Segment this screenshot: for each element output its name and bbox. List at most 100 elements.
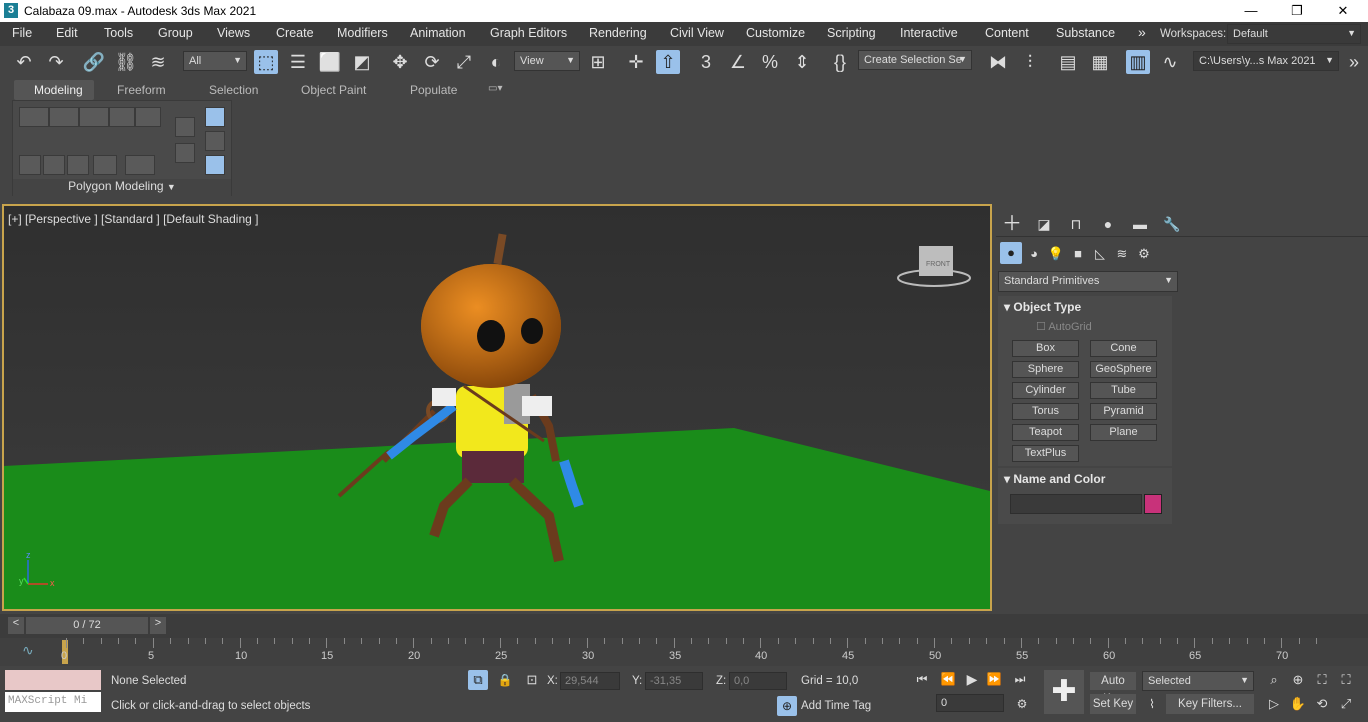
autogrid-checkbox[interactable]: ☐ AutoGrid — [1036, 320, 1092, 333]
viewport-label[interactable]: [+] [Perspective ] [Standard ] [Default … — [8, 212, 258, 226]
geosphere-button[interactable]: GeoSphere — [1090, 361, 1157, 378]
zoom-extents-icon[interactable]: ⛶ — [1312, 670, 1332, 690]
collapse-stack-icon[interactable] — [175, 143, 195, 163]
menu-edit[interactable]: Edit — [56, 26, 78, 40]
bind-space-warp-icon[interactable]: ≋ — [146, 50, 170, 74]
hierarchy-panel-icon[interactable]: ⊓ — [1064, 212, 1088, 236]
toggle-ribbon-icon[interactable]: ▥ — [1126, 50, 1150, 74]
lock-selection-icon[interactable]: 🔒 — [496, 670, 514, 690]
grow-icon[interactable] — [93, 155, 117, 175]
box-button[interactable]: Box — [1012, 340, 1079, 357]
window-crossing-icon[interactable]: ◩ — [350, 50, 374, 74]
named-selection-set-dropdown[interactable]: Create Selection Se ▼ — [858, 50, 972, 70]
edge-icon[interactable] — [49, 107, 79, 127]
z-coord-field[interactable]: 0,0 — [729, 672, 787, 690]
reference-coordinate-dropdown[interactable]: View ▼ — [514, 51, 580, 71]
menu-scripting[interactable]: Scripting — [827, 26, 876, 40]
sphere-button[interactable]: Sphere — [1012, 361, 1079, 378]
space-warps-icon[interactable]: ≋ — [1110, 242, 1134, 266]
select-manipulate-icon[interactable]: ✛ — [624, 50, 648, 74]
menu-interactive[interactable]: Interactive — [900, 26, 958, 40]
preserve-uvs-icon[interactable] — [205, 107, 225, 127]
unlink-icon[interactable]: ⛓ — [114, 50, 138, 74]
project-folder-dropdown[interactable]: C:\Users\y...s Max 2021 ▼ — [1193, 51, 1339, 71]
ignore-backfacing-icon[interactable] — [19, 155, 41, 175]
menu-file[interactable]: File — [12, 26, 32, 40]
time-tag-icon[interactable]: ⊕ — [777, 696, 797, 716]
display-panel-icon[interactable]: ▬ — [1128, 212, 1152, 236]
select-object-icon[interactable]: ⬚ — [254, 50, 278, 74]
maxscript-listener-pink[interactable] — [5, 670, 101, 690]
curve-editor-mini-icon[interactable]: ∿ — [22, 642, 34, 659]
selection-filter-dropdown[interactable]: All ▼ — [183, 51, 247, 71]
systems-icon[interactable]: ⚙ — [1132, 242, 1156, 266]
perspective-viewport[interactable]: FRONT z y x [+] [Perspective ] [Standard… — [2, 204, 992, 611]
workspaces-dropdown[interactable]: Default ▼ — [1227, 24, 1361, 44]
pan-icon[interactable]: ✋ — [1288, 694, 1308, 714]
minimize-button[interactable]: — — [1228, 0, 1274, 22]
current-frame-field[interactable]: 0 — [936, 694, 1004, 712]
play-icon[interactable]: ▶ — [962, 670, 982, 688]
maxscript-mini-listener[interactable]: MAXScript Mi — [5, 692, 101, 712]
tube-button[interactable]: Tube — [1090, 382, 1157, 399]
layer-explorer-icon[interactable]: ▦ — [1088, 50, 1112, 74]
menu-rendering[interactable]: Rendering — [589, 26, 647, 40]
curve-editor-icon[interactable]: ∿ — [1158, 50, 1182, 74]
edit-named-selection-icon[interactable]: {} — [828, 50, 852, 74]
default-in-out-tangents-icon[interactable]: ⌇ — [1142, 694, 1162, 714]
create-panel-icon[interactable]: ＋ — [1000, 212, 1024, 236]
pyramid-button[interactable]: Pyramid — [1090, 403, 1157, 420]
modify-panel-icon[interactable]: ◪ — [1032, 212, 1056, 236]
geometry-icon[interactable]: ● — [1000, 242, 1022, 264]
shrink-icon[interactable] — [67, 155, 89, 175]
tab-populate[interactable]: Populate — [410, 83, 457, 97]
field-of-view-icon[interactable]: ▷ — [1264, 694, 1284, 714]
go-to-start-icon[interactable]: ⏮ — [912, 670, 932, 688]
helpers-icon[interactable]: ◺ — [1088, 242, 1112, 266]
ring-icon[interactable] — [125, 155, 155, 175]
menu-animation[interactable]: Animation — [410, 26, 466, 40]
next-key-icon[interactable]: ⏩ — [984, 670, 1004, 688]
close-button[interactable]: ✕ — [1320, 0, 1366, 22]
menu-tools[interactable]: Tools — [104, 26, 133, 40]
tab-selection[interactable]: Selection — [209, 83, 258, 97]
menu-group[interactable]: Group — [158, 26, 193, 40]
orbit-icon[interactable]: ⟲ — [1312, 694, 1332, 714]
menu-customize[interactable]: Customize — [746, 26, 805, 40]
utilities-panel-icon[interactable]: 🔧 — [1160, 212, 1184, 236]
object-color-swatch[interactable] — [1144, 494, 1162, 514]
align-icon[interactable]: ⫶ — [1018, 50, 1042, 74]
keyboard-shortcut-override-icon[interactable]: ⇧ — [656, 50, 680, 74]
menu-overflow-icon[interactable]: » — [1138, 24, 1146, 40]
previous-key-icon[interactable]: ⏪ — [938, 670, 958, 688]
ribbon-options-icon[interactable]: ▭▾ — [488, 83, 502, 94]
viewcube[interactable]: FRONT — [897, 246, 971, 287]
zoom-extents-all-icon[interactable]: ⛶ — [1336, 670, 1356, 690]
maximize-button[interactable]: ❐ — [1274, 0, 1320, 22]
lights-icon[interactable]: 💡 — [1044, 242, 1068, 266]
time-configuration-icon[interactable]: ⚙ — [1012, 694, 1032, 714]
border-icon[interactable] — [79, 107, 109, 127]
tab-freeform[interactable]: Freeform — [117, 83, 166, 97]
scene-explorer-icon[interactable]: ▤ — [1056, 50, 1080, 74]
key-filters-button[interactable]: Key Filters... — [1166, 694, 1254, 714]
next-frame-button[interactable]: > — [150, 617, 166, 634]
isolate-selection-icon[interactable]: ⧉ — [468, 670, 488, 690]
add-time-tag[interactable]: Add Time Tag — [801, 700, 871, 712]
polygon-icon[interactable] — [109, 107, 135, 127]
previous-frame-button[interactable]: < — [8, 617, 24, 634]
menu-substance[interactable]: Substance — [1056, 26, 1115, 40]
redo-icon[interactable]: ↷ — [44, 50, 68, 74]
track-bar[interactable]: ∿ 0 5 10 15 20 25 30 35 40 45 50 55 60 65 70 — [0, 638, 1368, 666]
menu-civil-view[interactable]: Civil View — [670, 26, 724, 40]
set-key-button[interactable]: Set Key — [1090, 694, 1136, 714]
x-coord-field[interactable]: 29,544 — [560, 672, 620, 690]
object-name-field[interactable] — [1010, 494, 1142, 514]
menu-modifiers[interactable]: Modifiers — [337, 26, 388, 40]
use-soft-selection-icon[interactable] — [205, 131, 225, 151]
name-and-color-title[interactable]: ▾ Name and Color — [1004, 472, 1105, 486]
undo-icon[interactable]: ↶ — [12, 50, 36, 74]
y-coord-field[interactable]: -31,35 — [645, 672, 703, 690]
cylinder-button[interactable]: Cylinder — [1012, 382, 1079, 399]
menu-graph-editors[interactable]: Graph Editors — [490, 26, 567, 40]
